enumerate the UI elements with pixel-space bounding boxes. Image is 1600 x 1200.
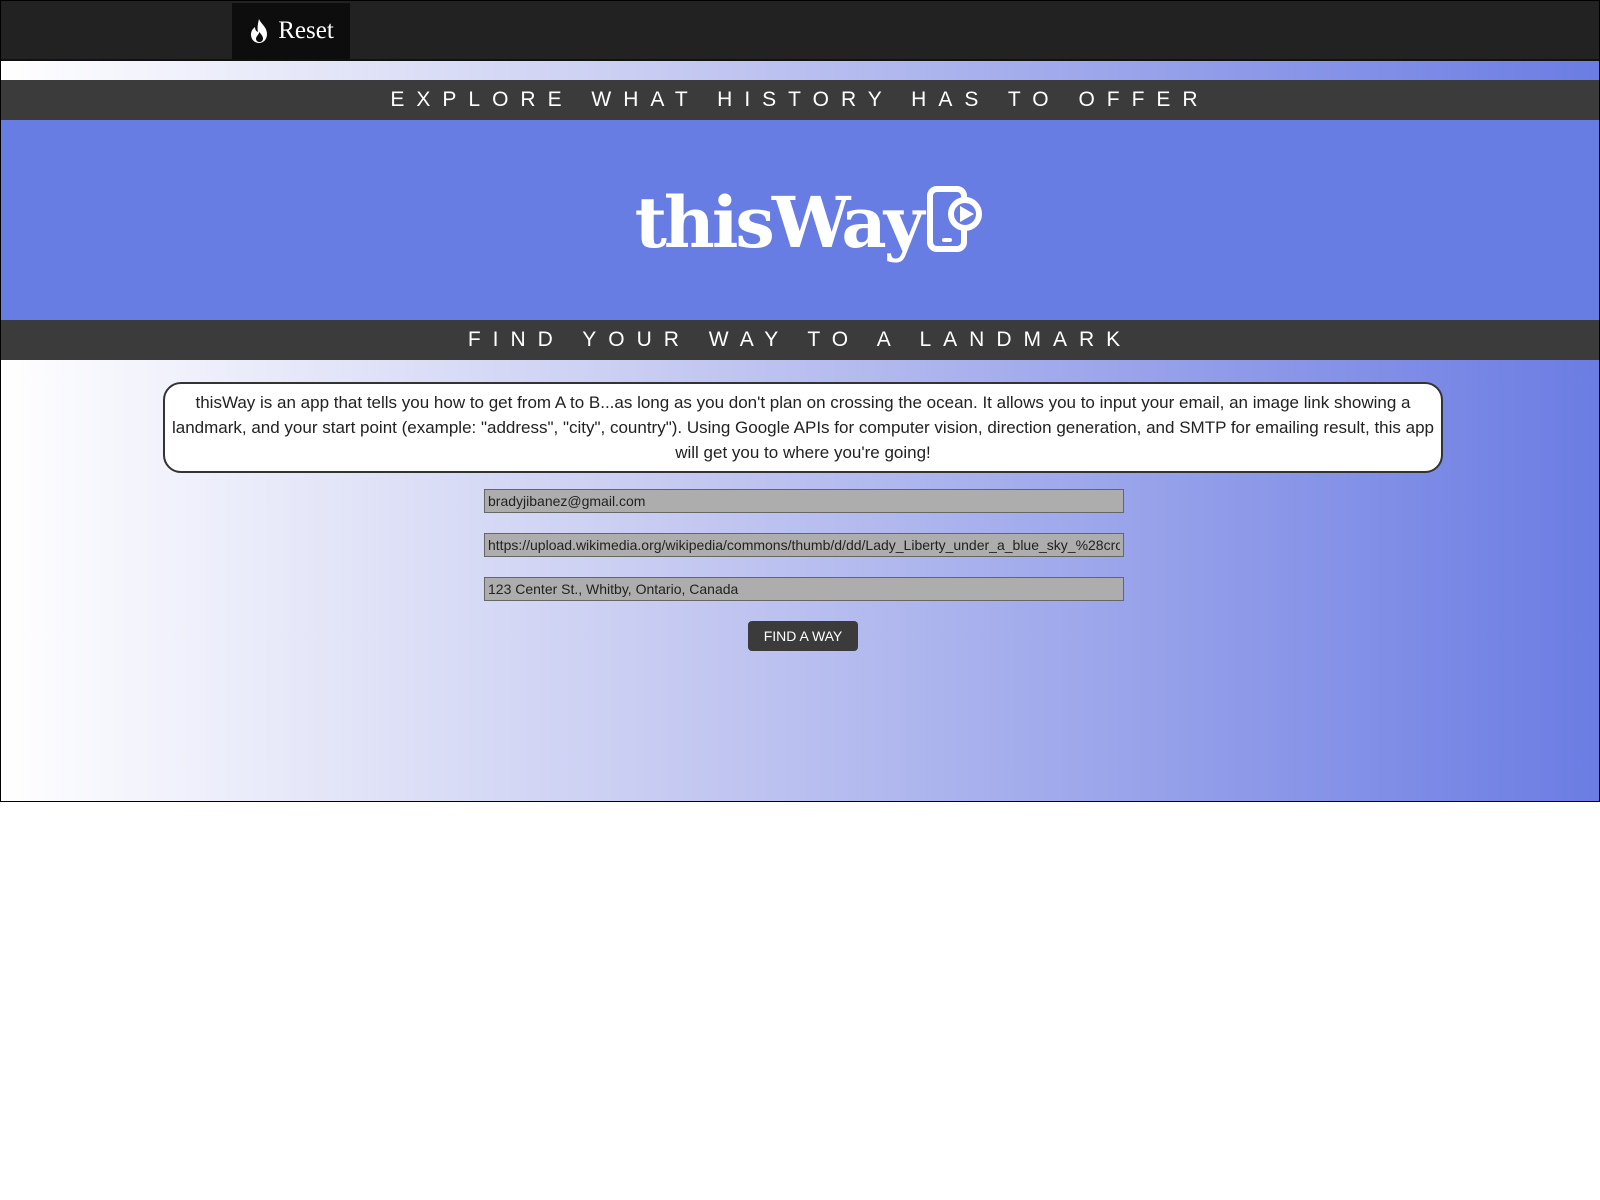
phone-pointer-icon <box>927 185 985 259</box>
landmark-banner: FIND YOUR WAY TO A LANDMARK <box>1 320 1599 360</box>
reset-label: Reset <box>278 17 334 44</box>
explore-banner: EXPLORE WHAT HISTORY HAS TO OFFER <box>1 80 1599 120</box>
top-navbar: Reset <box>1 1 1599 61</box>
app-container: Reset EXPLORE WHAT HISTORY HAS TO OFFER … <box>0 0 1600 802</box>
hero-section: thisWay <box>1 120 1599 320</box>
logo-text: thisWay <box>634 180 925 264</box>
image-link-field[interactable] <box>484 533 1124 557</box>
reset-button[interactable]: Reset <box>232 3 350 59</box>
start-point-field[interactable] <box>484 577 1124 601</box>
email-field[interactable] <box>484 489 1124 513</box>
find-a-way-button[interactable]: FIND A WAY <box>748 621 858 651</box>
flame-icon <box>248 18 270 44</box>
app-description: thisWay is an app that tells you how to … <box>163 382 1443 473</box>
logo: thisWay <box>635 181 986 264</box>
